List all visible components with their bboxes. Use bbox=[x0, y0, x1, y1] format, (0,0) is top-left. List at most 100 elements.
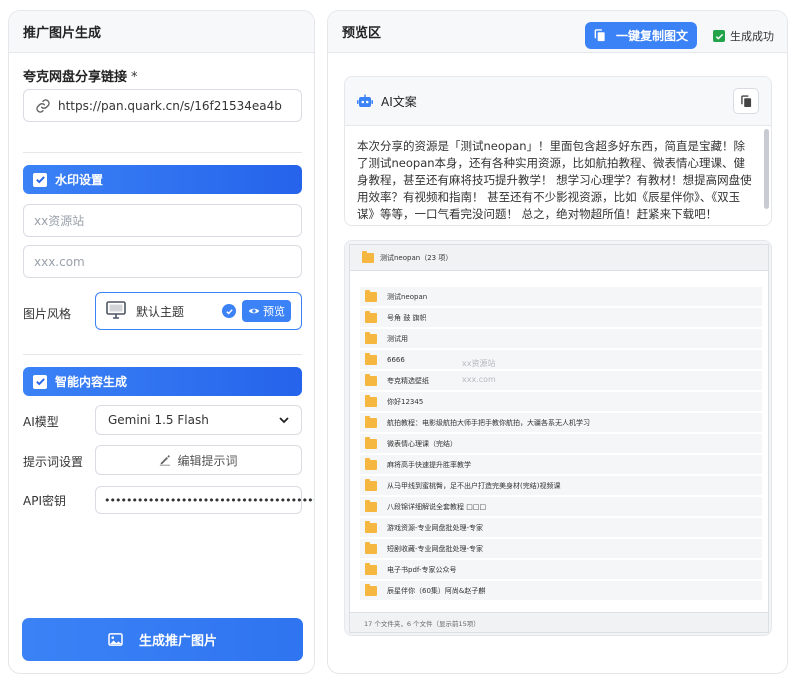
copy-icon bbox=[594, 29, 612, 42]
divider bbox=[23, 152, 302, 153]
ai-model-label: AI模型 bbox=[23, 415, 59, 429]
robot-icon bbox=[357, 94, 373, 108]
ai-copy-text[interactable]: 本次分享的资源是「测试neopan」！里面包含超多好东西，简直是宝藏！除了测试n… bbox=[345, 126, 771, 225]
generator-panel: 推广图片生成 夸克网盘分享链接 * https://pan.quark.cn/s/… bbox=[8, 10, 315, 674]
ai-copy-card-header: AI文案 bbox=[345, 77, 771, 126]
file-name: 航拍教程：电影级航拍大师手把手教你航拍，大疆各系无人机学习 bbox=[387, 418, 590, 427]
folder-icon bbox=[365, 415, 377, 428]
ai-copy-card: AI文案 本次分享的资源是「测试neopan」！里面包含超多好东西，简直是宝藏！… bbox=[344, 76, 772, 226]
file-row: 夸克精选壁纸 bbox=[360, 371, 762, 390]
share-link-value: https://pan.quark.cn/s/16f21534ea4b bbox=[58, 98, 282, 113]
prompt-settings-label: 提示词设置 bbox=[23, 455, 84, 469]
file-name: 夸克精选壁纸 bbox=[387, 376, 429, 385]
folder-icon bbox=[365, 583, 377, 596]
watermark-domain-placeholder: xxx.com bbox=[34, 254, 85, 269]
file-name: 八段锦详细解说全套教程 □□□ bbox=[387, 502, 487, 511]
smart-content-section-toggle[interactable]: 智能内容生成 bbox=[23, 367, 302, 396]
file-row: 麻将高手快速提升胜率教学 bbox=[360, 455, 762, 474]
folder-icon bbox=[365, 457, 377, 470]
divider bbox=[23, 354, 302, 355]
edit-icon bbox=[159, 454, 171, 466]
folder-icon bbox=[365, 541, 377, 554]
edit-prompt-button[interactable]: 编辑提示词 bbox=[95, 445, 302, 475]
watermark-site-text: xx资源站 bbox=[462, 359, 496, 368]
file-name: 6666 bbox=[387, 355, 405, 364]
status-indicator: 生成成功 bbox=[713, 28, 774, 44]
link-icon bbox=[34, 97, 52, 115]
share-link-input[interactable]: https://pan.quark.cn/s/16f21534ea4b bbox=[23, 89, 302, 122]
smart-content-checkbox[interactable] bbox=[33, 374, 47, 389]
file-name: 短剧收藏-专业网盘批处理-专家 bbox=[387, 544, 484, 553]
folder-icon bbox=[365, 499, 377, 512]
watermark-section-label: 水印设置 bbox=[55, 173, 104, 187]
file-row: 电子书pdf-专家公众号 bbox=[360, 560, 762, 579]
theme-preview-button[interactable]: 预览 bbox=[242, 300, 291, 322]
file-row: 八段锦详细解说全套教程 □□□ bbox=[360, 497, 762, 516]
theme-name: 默认主题 bbox=[136, 304, 185, 319]
folder-icon bbox=[365, 478, 377, 491]
folder-icon bbox=[362, 250, 374, 263]
file-row: 测试neopan bbox=[360, 287, 762, 306]
watermark-section-toggle[interactable]: 水印设置 bbox=[23, 165, 302, 194]
api-key-masked-value: •••••••••••••••••••••••••••••••••••••• bbox=[104, 493, 314, 507]
folder-icon bbox=[365, 520, 377, 533]
selected-check-icon bbox=[222, 304, 236, 318]
eye-icon bbox=[248, 306, 260, 316]
folder-icon bbox=[365, 352, 377, 365]
generated-image: 测试neopan（23 项） 测试neopan 号角 鼓 旗帜 测试用 6666 夸克精… bbox=[349, 244, 769, 633]
watermark-checkbox[interactable] bbox=[33, 172, 47, 187]
image-header: 测试neopan（23 项） bbox=[350, 245, 768, 271]
folder-icon bbox=[365, 436, 377, 449]
api-key-label: API密钥 bbox=[23, 494, 66, 508]
valid-check-icon bbox=[312, 494, 314, 507]
watermark-site-placeholder: xx资源站 bbox=[34, 214, 85, 228]
file-row: 航拍教程：电影级航拍大师手把手教你航拍，大疆各系无人机学习 bbox=[360, 413, 762, 432]
watermark-domain-input[interactable]: xxx.com bbox=[23, 245, 302, 278]
monitor-icon bbox=[106, 300, 126, 322]
file-name: 麻将高手快速提升胜率教学 bbox=[387, 460, 471, 469]
theme-option-default[interactable]: 默认主题 预览 bbox=[95, 292, 302, 330]
share-link-label: 夸克网盘分享链接 * bbox=[23, 70, 138, 85]
ai-model-value: Gemini 1.5 Flash bbox=[108, 413, 209, 427]
success-check-icon bbox=[713, 30, 725, 42]
file-row: 短剧收藏-专业网盘批处理-专家 bbox=[360, 539, 762, 558]
watermark-domain-text: xxx.com bbox=[462, 375, 496, 384]
file-row: 6666 bbox=[360, 350, 762, 369]
file-row: 微表情心理课（完结） bbox=[360, 434, 762, 453]
image-footer: 17 个文件夹，6 个文件（显示前15项） bbox=[350, 612, 768, 632]
generate-image-button[interactable]: 生成推广图片 bbox=[22, 618, 303, 661]
status-text: 生成成功 bbox=[730, 30, 774, 43]
ai-copy-title: AI文案 bbox=[381, 94, 417, 109]
generated-image-preview: 测试neopan（23 项） 测试neopan 号角 鼓 旗帜 测试用 6666 夸克精… bbox=[344, 240, 772, 636]
watermark-site-input[interactable]: xx资源站 bbox=[23, 204, 302, 237]
file-name: 测试用 bbox=[387, 334, 408, 343]
file-name: 你好12345 bbox=[387, 397, 424, 406]
copy-all-button[interactable]: 一键复制图文 bbox=[585, 22, 697, 49]
folder-icon bbox=[365, 562, 377, 575]
image-header-text: 测试neopan（23 项） bbox=[380, 253, 453, 262]
smart-content-section-label: 智能内容生成 bbox=[55, 375, 128, 389]
folder-icon bbox=[365, 373, 377, 386]
copy-text-button[interactable] bbox=[733, 88, 759, 114]
file-name: 电子书pdf-专家公众号 bbox=[387, 565, 457, 574]
preview-panel: 预览区 一键复制图文 生成成功 AI文案 本次分享的资源是「测试neopan」！… bbox=[327, 10, 788, 674]
api-key-input[interactable]: •••••••••••••••••••••••••••••••••••••• bbox=[95, 486, 314, 514]
file-name: 号角 鼓 旗帜 bbox=[387, 313, 427, 322]
ai-copy-scrollbar[interactable] bbox=[764, 129, 769, 209]
folder-icon bbox=[365, 394, 377, 407]
file-name: 从马甲线到蜜桃臀，足不出户打造完美身材(完结)视频课 bbox=[387, 481, 561, 490]
folder-icon bbox=[365, 289, 377, 302]
file-row: 游戏资源-专业网盘批处理-专家 bbox=[360, 518, 762, 537]
file-row: 从马甲线到蜜桃臀，足不出户打造完美身材(完结)视频课 bbox=[360, 476, 762, 495]
folder-icon bbox=[365, 331, 377, 344]
generator-panel-title: 推广图片生成 bbox=[9, 11, 314, 53]
file-row: 号角 鼓 旗帜 bbox=[360, 308, 762, 327]
file-name: 游戏资源-专业网盘批处理-专家 bbox=[387, 523, 484, 532]
image-style-label: 图片风格 bbox=[23, 307, 72, 321]
file-row: 测试用 bbox=[360, 329, 762, 348]
folder-icon bbox=[365, 310, 377, 323]
ai-model-select[interactable]: Gemini 1.5 Flash bbox=[95, 405, 302, 435]
file-name: 微表情心理课（完结） bbox=[387, 439, 457, 448]
image-file-list: 测试neopan 号角 鼓 旗帜 测试用 6666 夸克精选壁纸 你好12345 航拍教程：… bbox=[360, 287, 762, 602]
file-row: 你好12345 bbox=[360, 392, 762, 411]
